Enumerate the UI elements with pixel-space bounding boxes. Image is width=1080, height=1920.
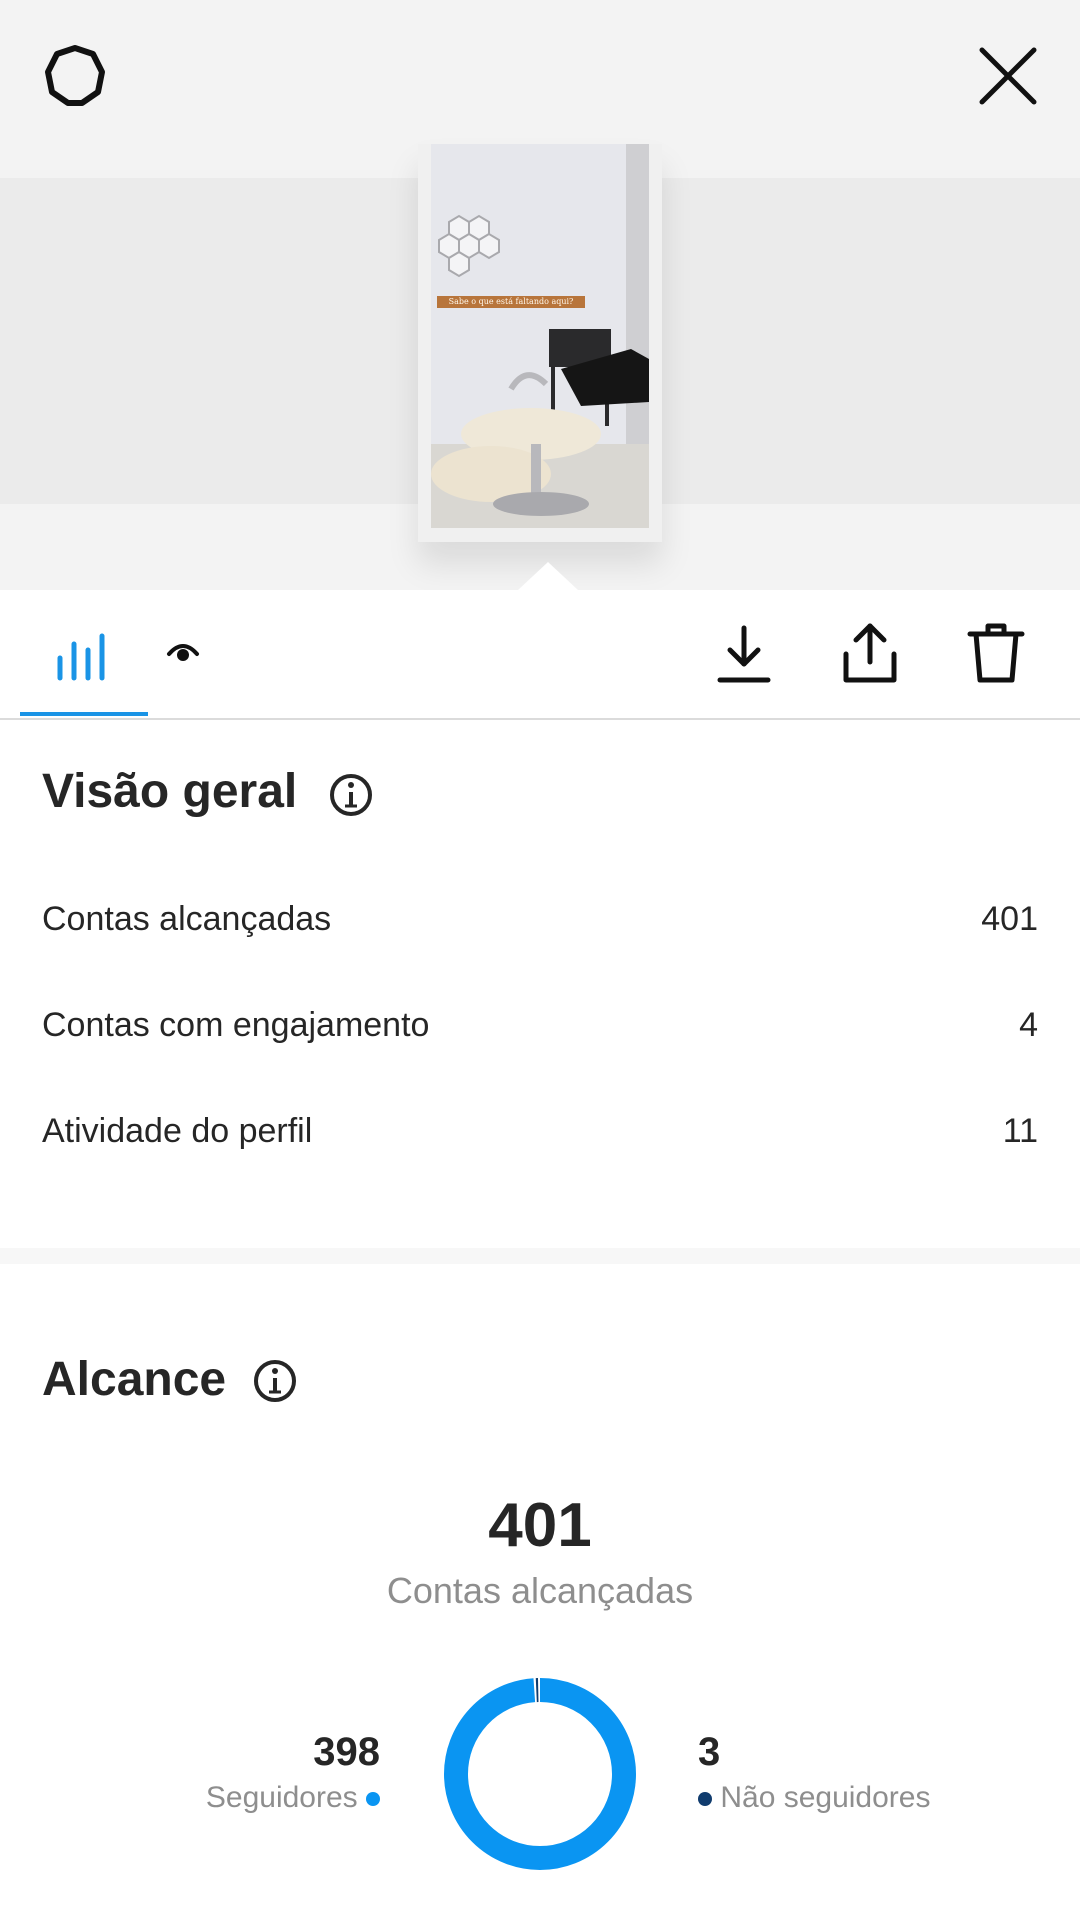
story-caption: Sabe o que está faltando aqui? [437, 296, 585, 308]
non-followers-legend: Não seguidores [698, 1781, 930, 1815]
info-icon [254, 1360, 296, 1402]
metric-label: Contas com engajamento [42, 1006, 430, 1044]
reach-total: 401 [488, 1491, 592, 1560]
followers-dot [366, 1792, 380, 1807]
close-icon [979, 47, 1037, 105]
followers-legend: Seguidores [206, 1781, 380, 1815]
download-button[interactable] [712, 622, 776, 686]
non-followers-label: Não seguidores [720, 1781, 931, 1814]
metric-row[interactable]: Atividade do perfil 11 [42, 1102, 1038, 1162]
overview-title: Visão geral [42, 765, 298, 818]
followers-value: 398 [313, 1730, 380, 1774]
donut-slice-seguidores [444, 1678, 636, 1870]
overview-info-button[interactable] [328, 772, 374, 818]
share-button[interactable] [838, 620, 902, 686]
section-divider [0, 1248, 1080, 1264]
non-followers-value: 3 [698, 1730, 721, 1774]
download-icon [717, 625, 771, 683]
metric-value: 11 [1002, 1112, 1038, 1150]
reach-total-label: Contas alcançadas [386, 1570, 694, 1611]
reach-info-button[interactable] [252, 1358, 298, 1404]
metric-label: Contas alcançadas [42, 900, 332, 938]
story-preview-header: Sabe o que está faltando aqui? [0, 0, 1080, 590]
story-thumbnail[interactable]: Sabe o que está faltando aqui? [431, 144, 649, 528]
metric-row[interactable]: Contas alcançadas 401 [42, 890, 1038, 950]
preview-pointer [518, 562, 578, 590]
metric-row[interactable]: Contas com engajamento 4 [42, 996, 1038, 1056]
story-toolbar [0, 590, 1080, 720]
active-tab-indicator [20, 712, 148, 716]
followers-label: Seguidores [205, 1781, 358, 1814]
tab-viewers[interactable] [166, 634, 200, 668]
tab-insights[interactable] [52, 620, 116, 684]
story-image [431, 144, 649, 528]
delete-button[interactable] [966, 620, 1026, 686]
settings-button[interactable] [40, 40, 110, 110]
trash-icon [967, 623, 1025, 683]
non-followers-dot [698, 1792, 712, 1807]
metric-label: Atividade do perfil [42, 1112, 313, 1150]
bar-chart-icon [57, 633, 105, 681]
gear-icon [45, 45, 105, 106]
metric-value: 401 [981, 900, 1038, 938]
legend-followers: 398 Seguidores [206, 1730, 380, 1815]
reach-title: Alcance [42, 1353, 227, 1406]
metric-value: 4 [1019, 1006, 1038, 1044]
eye-icon [167, 644, 199, 661]
reach-donut-chart [444, 1678, 636, 1870]
legend-non-followers: 3 Não seguidores [698, 1730, 930, 1815]
info-icon [330, 774, 372, 816]
share-icon [843, 623, 897, 683]
close-button[interactable] [970, 38, 1046, 114]
